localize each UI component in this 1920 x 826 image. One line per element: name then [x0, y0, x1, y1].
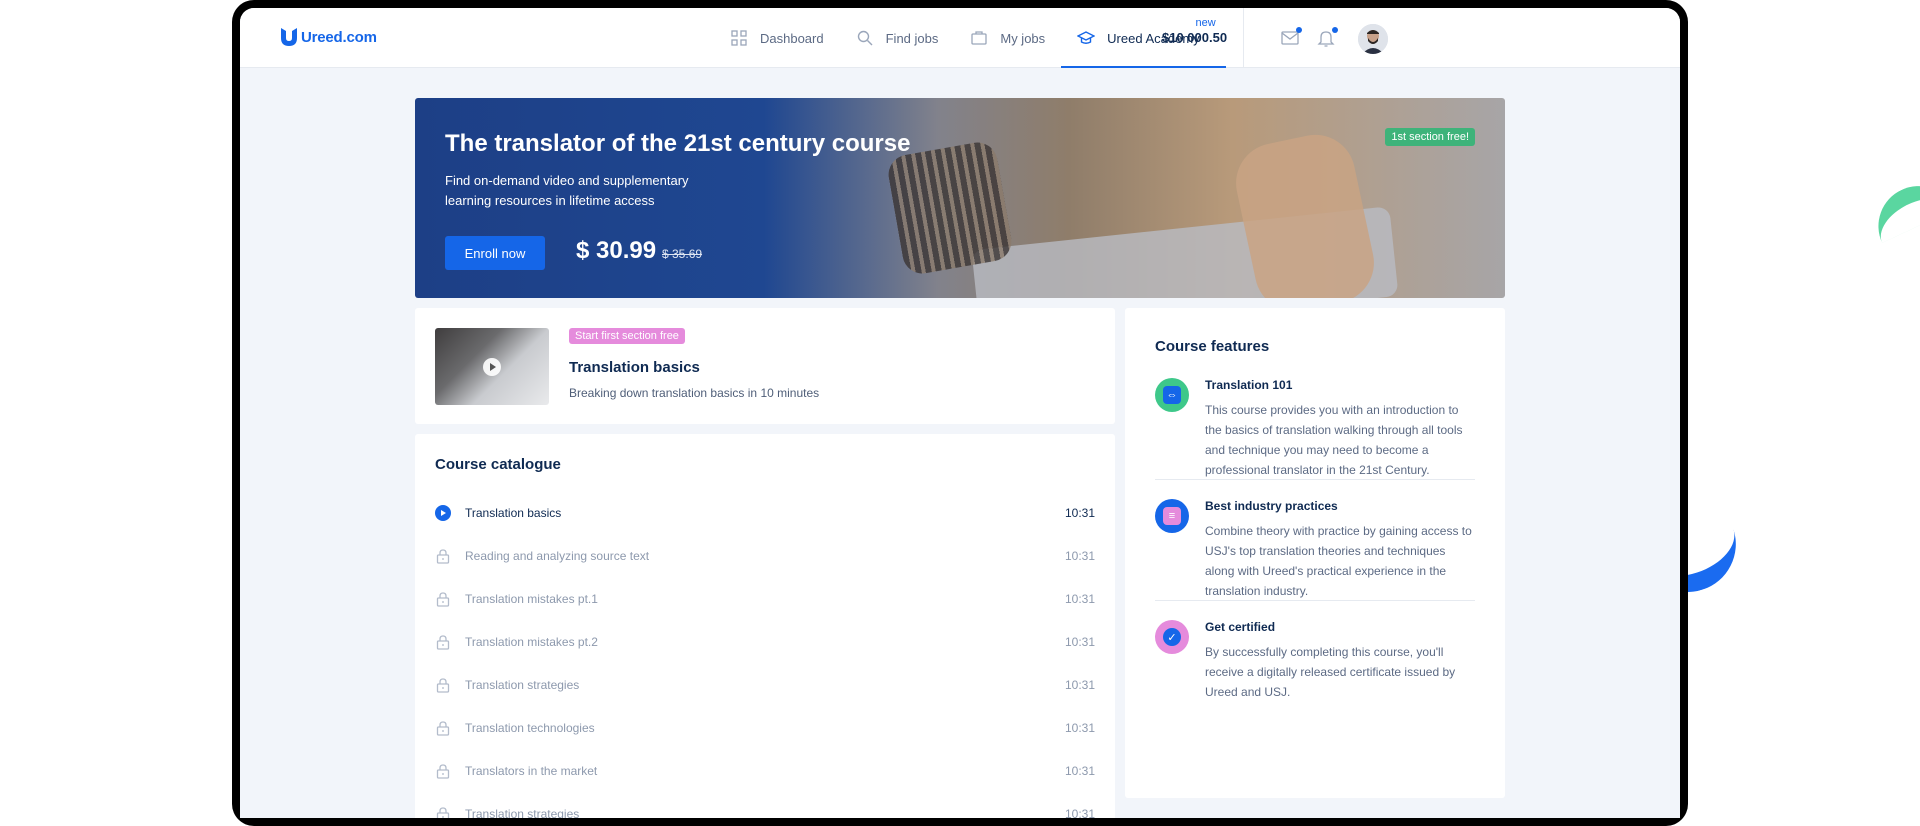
catalogue-row[interactable]: Reading and analyzing source text 10:31 [435, 534, 1095, 577]
catalogue-row-label: Translation technologies [465, 720, 595, 735]
feature-description: This course provides you with an introdu… [1205, 403, 1463, 477]
catalogue-row[interactable]: Translation strategies 10:31 [435, 792, 1095, 818]
catalogue-row-duration: 10:31 [1064, 505, 1095, 520]
lesson-subtitle: Breaking down translation basics in 10 m… [569, 386, 820, 400]
briefcase-icon [971, 31, 988, 45]
catalogue-title: Course catalogue [435, 456, 561, 473]
catalogue-row-label: Translators in the market [465, 763, 598, 778]
catalogue-row-duration: 10:31 [1064, 591, 1095, 606]
nav-my-jobs-label: My jobs [1000, 30, 1046, 46]
lock-icon [435, 548, 465, 564]
catalogue-row[interactable]: Translation strategies 10:31 [435, 663, 1095, 706]
lesson-title[interactable]: Translation basics [569, 359, 700, 376]
catalogue-list: Translation basics 10:31 Reading and analy… [435, 491, 1095, 818]
nav-find-jobs-label: Find jobs [885, 30, 939, 46]
ureed-logo-icon [281, 28, 297, 46]
lock-icon [435, 634, 465, 650]
logo-text: Ureed.com [301, 28, 377, 46]
course-features-panel: Course features ⇔ Translation 101 This c… [1125, 308, 1505, 798]
device-frame: Ureed.com Dashboard Find jobs My jobs Ur… [232, 0, 1688, 826]
start-free-pill: Start first section free [569, 328, 685, 344]
avatar[interactable] [1358, 24, 1388, 54]
catalogue-row-duration: 10:31 [1064, 763, 1095, 778]
nav-my-jobs[interactable]: My jobs [954, 8, 1061, 68]
catalogue-row-label: Translation mistakes pt.2 [465, 634, 598, 649]
catalogue-row[interactable]: Translation technologies 10:31 [435, 706, 1095, 749]
course-hero-banner: The translator of the 21st century cours… [415, 98, 1505, 298]
catalogue-row-duration: 10:31 [1064, 634, 1095, 649]
original-price: $ 35.69 [662, 247, 703, 261]
messages-button[interactable] [1280, 27, 1302, 49]
feature-name: Get certified [1205, 620, 1276, 634]
catalogue-row-label: Translation strategies [465, 806, 580, 819]
enroll-now-button[interactable]: Enroll now [445, 236, 545, 270]
nav-dashboard[interactable]: Dashboard [714, 8, 840, 68]
catalogue-row-duration: 10:31 [1064, 806, 1095, 819]
account-balance[interactable]: $10 000.50 [1162, 30, 1227, 45]
free-section-badge: 1st section free! [1385, 128, 1475, 146]
nav-find-jobs[interactable]: Find jobs [840, 8, 955, 68]
catalogue-row-label: Reading and analyzing source text [465, 548, 650, 563]
catalogue-row-duration: 10:31 [1064, 548, 1095, 563]
catalogue-row-label: Translation strategies [465, 677, 580, 692]
course-title: The translator of the 21st century cours… [445, 130, 911, 157]
notifications-button[interactable] [1316, 27, 1338, 49]
lock-icon [435, 763, 465, 779]
catalogue-row[interactable]: Translation mistakes pt.1 10:31 [435, 577, 1095, 620]
user-avatar-image [1358, 24, 1388, 54]
grid-icon [731, 30, 747, 46]
new-badge: new [1195, 17, 1216, 29]
decorative-stroke-green [1865, 172, 1920, 244]
play-circle-icon [435, 504, 465, 521]
course-subtitle: Find on-demand video and supplementary l… [445, 173, 689, 208]
catalogue-row-label: Translation basics [465, 505, 562, 520]
document-icon: ≡ [1155, 499, 1189, 533]
course-catalogue: Course catalogue Translation basics 10:31… [415, 434, 1115, 818]
main-nav: Dashboard Find jobs My jobs Ureed Academ… [714, 8, 1226, 68]
graduation-cap-icon [1077, 31, 1096, 44]
feature-description: By successfully completing this course, … [1205, 645, 1456, 699]
catalogue-row[interactable]: Translators in the market 10:31 [435, 749, 1095, 792]
shield-check-icon: ✓ [1155, 620, 1189, 654]
top-navigation-bar: Ureed.com Dashboard Find jobs My jobs Ur… [240, 8, 1680, 68]
lock-icon [435, 806, 465, 818]
catalogue-row[interactable]: Translation basics 10:31 [435, 491, 1095, 534]
lock-icon [435, 591, 465, 607]
unread-dot [1332, 27, 1338, 33]
catalogue-row-label: Translation mistakes pt.1 [465, 591, 598, 606]
course-price: $ 30.99 [576, 237, 657, 264]
play-icon[interactable] [483, 358, 501, 376]
search-icon [857, 30, 873, 46]
lock-icon [435, 677, 465, 693]
nav-dashboard-label: Dashboard [760, 30, 824, 46]
divider [1155, 600, 1475, 601]
catalogue-row[interactable]: Translation mistakes pt.2 10:31 [435, 620, 1095, 663]
feature-description: Combine theory with practice by gaining … [1205, 524, 1472, 598]
catalogue-row-duration: 10:31 [1064, 720, 1095, 735]
features-title: Course features [1155, 338, 1270, 355]
app-screen: Ureed.com Dashboard Find jobs My jobs Ur… [240, 8, 1680, 818]
first-lesson-card[interactable]: Start first section free Translation bas… [415, 308, 1115, 424]
unread-dot [1296, 27, 1302, 33]
feature-name: Best industry practices [1205, 499, 1338, 513]
header-divider [1243, 8, 1244, 68]
lesson-thumbnail[interactable] [435, 328, 549, 405]
logo[interactable]: Ureed.com [279, 26, 377, 48]
lock-icon [435, 720, 465, 736]
catalogue-row-duration: 10:31 [1064, 677, 1095, 692]
divider [1155, 479, 1475, 480]
swap-icon: ⇔ [1155, 378, 1189, 412]
hero-photo-hand [1228, 127, 1382, 298]
feature-name: Translation 101 [1205, 378, 1293, 392]
